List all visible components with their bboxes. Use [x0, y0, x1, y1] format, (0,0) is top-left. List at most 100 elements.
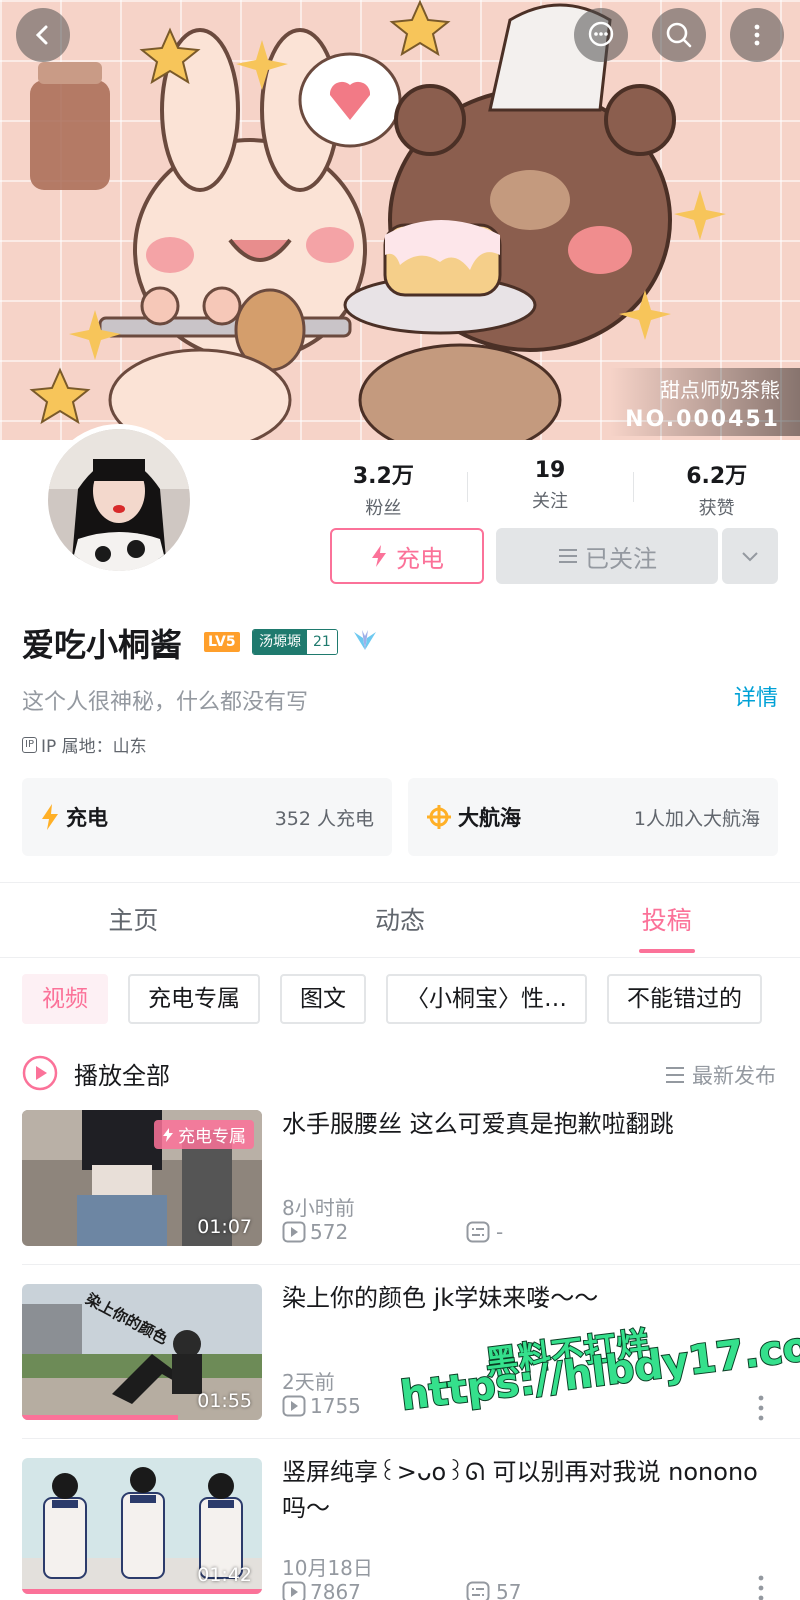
following-label: 关注: [532, 491, 568, 512]
detail-link[interactable]: 详情: [734, 680, 778, 712]
more-options-button[interactable]: [730, 8, 784, 62]
fan-medal-level: 21: [307, 630, 337, 654]
video-more-button[interactable]: [756, 1394, 766, 1426]
video-more-button[interactable]: [756, 1574, 766, 1600]
video-danmaku-count: 57: [466, 1580, 521, 1600]
video-title[interactable]: 水手服腰丝 这么可爱真是抱歉啦翻跳: [282, 1106, 782, 1142]
watch-progress-bar: [22, 1589, 262, 1594]
list-separator: [22, 1438, 800, 1439]
play-count-icon: [282, 1221, 306, 1243]
ip-badge: IP: [22, 736, 37, 753]
message-button[interactable]: [574, 8, 628, 62]
play-all-button[interactable]: 播放全部: [22, 1055, 170, 1091]
chip-charge-exclusive[interactable]: 充电专属: [128, 974, 260, 1024]
chip-must-see[interactable]: 不能错过的: [607, 974, 762, 1024]
video-play-count-value: 7867: [310, 1580, 361, 1600]
play-circle-icon: [22, 1055, 58, 1091]
charge-button-label: 充电: [396, 544, 444, 573]
chat-bubble-icon: [588, 21, 614, 47]
ip-location: IP IP 属地：山东: [22, 732, 147, 757]
video-play-count: 1755: [282, 1394, 361, 1418]
video-thumbnail[interactable]: 充电专属 01:07: [22, 1110, 262, 1246]
likes-stat: 6.2万 获赞: [633, 458, 800, 519]
video-duration: 01:55: [197, 1390, 252, 1412]
signature: 这个人很神秘，什么都没有写: [22, 690, 309, 715]
video-title[interactable]: 竖屏纯享꒰>ᴗo꒱ᘏ 可以别再对我说 nonono 吗～: [282, 1454, 782, 1526]
video-danmaku-count: -: [466, 1220, 503, 1244]
sort-label: 最新发布: [692, 1064, 776, 1088]
play-count-icon: [282, 1395, 306, 1417]
video-play-count: 7867: [282, 1580, 361, 1600]
video-duration: 01:07: [197, 1216, 252, 1238]
content-filter-chips: 视频 充电专属 图文 〈小桐宝〉性… 不能错过的: [22, 974, 800, 1024]
more-vertical-icon: [758, 1575, 764, 1600]
play-all-label: 播放全部: [74, 1061, 170, 1090]
lightning-icon: [372, 545, 386, 567]
followers-count: 3.2万: [352, 464, 414, 489]
lightning-icon: [163, 1127, 173, 1142]
banner-name-label: 甜点师奶茶熊: [660, 378, 780, 402]
video-publish-time: 2天前: [282, 1370, 335, 1394]
video-danmaku-count-value: -: [496, 1220, 504, 1244]
charge-button[interactable]: 充电: [330, 528, 484, 584]
follow-dropdown-button[interactable]: [722, 528, 778, 584]
charge-card-count: 352 人充电: [274, 807, 374, 830]
menu-lines-icon: [559, 549, 577, 563]
banner-badge: 甜点师奶茶熊 NO.000451: [610, 368, 800, 436]
fan-medal[interactable]: 汤塬塬 21: [252, 629, 338, 655]
chevron-left-icon: [35, 25, 48, 45]
video-publish-time: 8小时前: [282, 1196, 355, 1220]
charge-exclusive-badge: 充电专属: [154, 1120, 254, 1149]
play-count-icon: [282, 1581, 306, 1600]
chip-video[interactable]: 视频: [22, 974, 108, 1024]
fan-medal-name: 汤塬塬: [253, 630, 307, 654]
list-separator: [22, 1264, 800, 1265]
ip-location-text: IP 属地：山东: [40, 737, 147, 757]
following-stat[interactable]: 19 关注: [466, 458, 634, 518]
avatar-photo: [48, 429, 190, 571]
charge-card-title: 充电: [66, 806, 108, 830]
guard-card-title: 大航海: [458, 806, 521, 830]
video-danmaku-count-value: 57: [496, 1580, 522, 1600]
watch-progress-bar: [22, 1415, 178, 1420]
followed-button-label: 已关注: [585, 544, 657, 573]
banner-number-label: NO.000451: [625, 407, 780, 432]
video-play-count: 572: [282, 1220, 348, 1244]
back-button[interactable]: [16, 8, 70, 62]
avatar[interactable]: [43, 424, 195, 576]
video-thumbnail[interactable]: 染上你的颜色 01:55: [22, 1284, 262, 1420]
chip-collection[interactable]: 〈小桐宝〉性…: [386, 974, 587, 1024]
followed-button[interactable]: 已关注: [496, 528, 718, 584]
wings-badge-icon[interactable]: [350, 626, 380, 654]
sort-button[interactable]: 最新发布: [664, 1060, 776, 1090]
video-title[interactable]: 染上你的颜色 jk学妹来喽～～: [282, 1280, 782, 1316]
more-vertical-icon: [754, 24, 760, 46]
guard-card[interactable]: 大航海 1人加入大航海: [408, 778, 778, 856]
more-vertical-icon: [758, 1395, 764, 1421]
charge-exclusive-label: 充电专属: [178, 1127, 246, 1147]
tab-home[interactable]: 主页: [0, 884, 267, 957]
followers-label: 粉丝: [365, 498, 402, 519]
profile-tabs: 主页 动态 投稿: [0, 884, 800, 958]
chip-image-text[interactable]: 图文: [280, 974, 366, 1024]
section-divider: [0, 882, 800, 883]
video-publish-time: 10月18日: [282, 1556, 373, 1580]
video-play-count-value: 1755: [310, 1394, 361, 1418]
lightning-icon: [42, 804, 58, 830]
ship-wheel-icon: [427, 805, 451, 829]
video-thumbnail[interactable]: 01:42: [22, 1458, 262, 1594]
tab-uploads[interactable]: 投稿: [533, 884, 800, 957]
video-play-count-value: 572: [310, 1220, 349, 1244]
video-duration: 01:42: [197, 1564, 252, 1586]
search-icon: [666, 22, 692, 48]
stats-row: 3.2万 粉丝 19 关注 6.2万 获赞: [300, 458, 800, 519]
tab-dynamic[interactable]: 动态: [267, 884, 534, 957]
likes-count: 6.2万: [686, 464, 748, 489]
following-count: 19: [534, 458, 566, 483]
danmaku-icon: [466, 1581, 490, 1600]
followers-stat[interactable]: 3.2万 粉丝: [300, 458, 467, 519]
search-button[interactable]: [652, 8, 706, 62]
sort-lines-icon: [666, 1067, 684, 1083]
charge-card[interactable]: 充电 352 人充电: [22, 778, 392, 856]
likes-label: 获赞: [698, 498, 735, 519]
